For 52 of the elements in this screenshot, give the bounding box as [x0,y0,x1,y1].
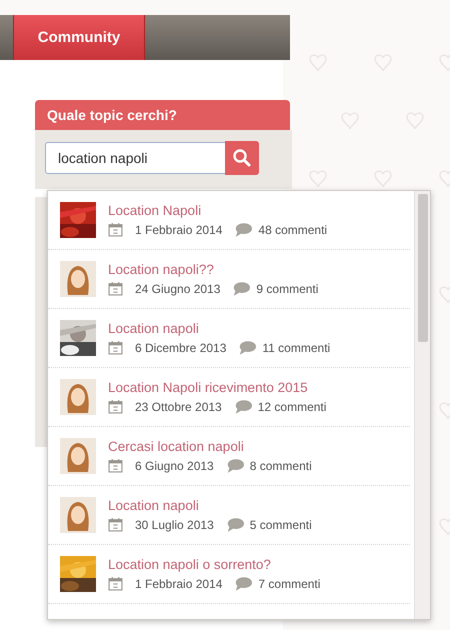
topic-date: 1 Febbraio 2014 [135,576,222,590]
comment-count: 5 commenti [250,518,312,532]
comment-icon [234,222,252,237]
comment-icon [238,340,256,355]
avatar-icon [60,497,96,533]
topic-title[interactable]: Location napoli [108,498,312,513]
avatar-icon [60,379,96,415]
topic-title[interactable]: Location Napoli ricevimento 2015 [108,380,326,395]
topic-date: 24 Giugno 2013 [135,282,220,296]
topic-date: 23 Ottobre 2013 [135,400,222,414]
comment-icon [226,458,244,473]
comment-count: 11 commenti [262,340,330,354]
result-item[interactable]: Location napoli o sorrento? 1 Febbraio 2014 7 commenti [48,545,410,604]
calendar-icon [108,222,123,237]
calendar-icon [108,399,123,414]
result-item[interactable]: Cercasi location napoli 6 Giugno 2013 8 commenti [48,427,410,486]
calendar-icon [108,576,123,591]
comment-count: 12 commenti [258,400,326,414]
calendar-icon [108,517,123,532]
calendar-icon [108,340,123,355]
comment-count: 7 commenti [258,576,320,590]
comment-count: 48 commenti [258,222,328,236]
comment-count: 9 commenti [256,282,318,296]
result-item[interactable]: Location Napoli ricevimento 2015 23 Ottobre 2013 12 commenti [48,368,410,427]
calendar-icon [108,281,123,296]
topic-title[interactable]: Location Napoli [108,203,328,218]
result-item[interactable]: Location Napoli 1 Febbraio 2014 48 commenti [48,191,410,250]
topic-date: 6 Dicembre 2013 [135,340,226,354]
result-item[interactable]: Location napoli 6 Dicembre 2013 11 commenti [48,309,410,368]
search-field[interactable]: location napoli [45,142,225,174]
topic-date: 6 Giugno 2013 [135,458,214,472]
comment-icon [234,576,252,591]
topic-title[interactable]: Location napoli o sorrento? [108,557,320,572]
nav-tab[interactable]: Community [13,15,145,60]
avatar-icon [60,261,96,297]
topic-title[interactable]: Location napoli [108,321,330,336]
avatar-icon [60,438,96,474]
comment-icon [234,399,252,414]
search-icon [232,148,252,168]
topic-title[interactable]: Location napoli?? [108,262,318,277]
comment-count: 8 commenti [250,458,312,472]
topic-title[interactable]: Cercasi location napoli [108,439,312,454]
search-button[interactable] [225,141,259,175]
comment-icon [232,281,250,296]
result-item[interactable]: Location napoli?? 24 Giugno 2013 9 commenti [48,250,410,309]
comment-icon [226,517,244,532]
search-heading: Quale topic cerchi? [35,100,290,130]
scrollbar[interactable] [414,191,430,619]
topic-date: 30 Luglio 2013 [135,518,214,532]
result-item[interactable]: Location napoli 30 Luglio 2013 5 commenti [48,486,410,545]
calendar-icon [108,458,123,473]
topic-date: 1 Febbraio 2014 [135,222,222,236]
